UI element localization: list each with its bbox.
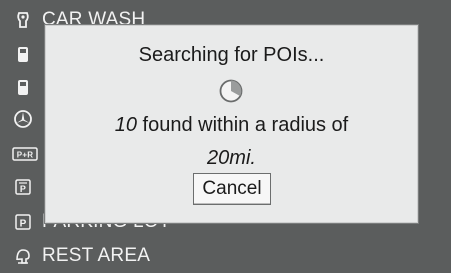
dialog-result-line: 10 found within a radius of <box>46 114 417 137</box>
poi-search-dialog: Searching for POIs... 10 found within a … <box>45 25 418 223</box>
rest-area-icon <box>12 245 34 267</box>
loading-clock-icon <box>219 79 243 103</box>
search-radius: 20mi. <box>207 147 256 169</box>
svg-text:P+R: P+R <box>17 151 33 160</box>
svg-text:P: P <box>20 219 27 230</box>
result-text: found within a radius of <box>137 114 349 136</box>
parking-garage-icon: P <box>12 176 34 198</box>
fuel-icon <box>12 43 34 65</box>
park-and-ride-icon: P+R <box>12 143 38 165</box>
dialog-title: Searching for POIs... <box>138 44 325 66</box>
fuel-icon <box>12 76 34 98</box>
cancel-button[interactable]: Cancel <box>193 173 271 205</box>
mercedes-icon <box>12 108 34 130</box>
poi-item-label: REST AREA <box>42 245 151 266</box>
svg-text:P: P <box>20 184 26 194</box>
poi-item-rest-area[interactable]: REST AREA <box>12 243 451 269</box>
result-count: 10 <box>114 114 137 136</box>
parking-icon: P <box>12 211 34 233</box>
navigation-screen: CAR WASH P+R P P REST AREA Searching for… <box>0 0 451 273</box>
car-wash-icon <box>12 9 34 31</box>
